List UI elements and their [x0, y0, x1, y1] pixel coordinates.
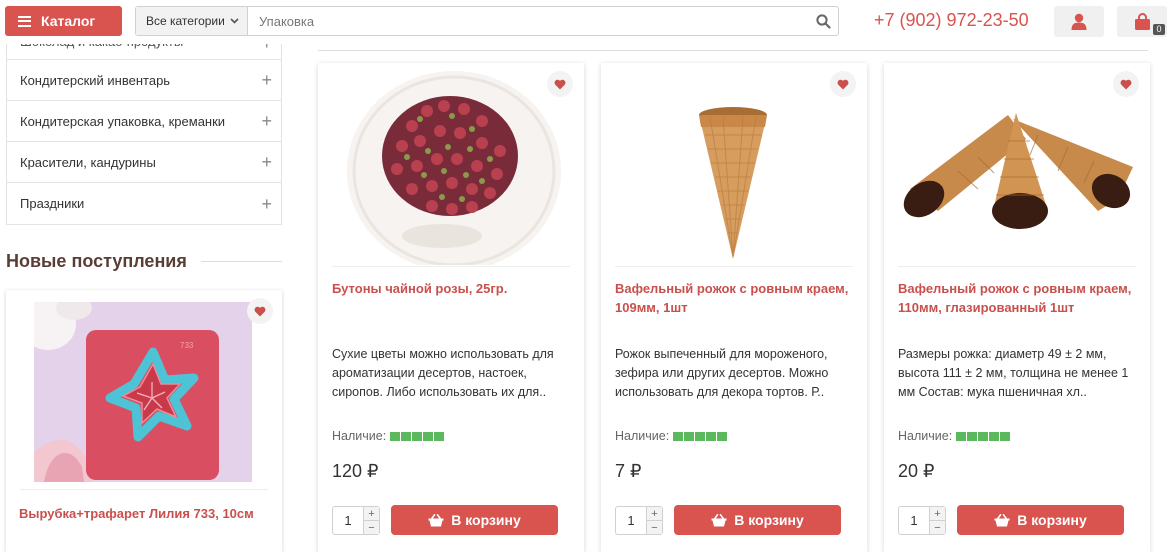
divider	[20, 489, 268, 490]
product-price: 120 ₽	[332, 461, 379, 481]
phone-number[interactable]: +7 (902) 972-23-50	[874, 10, 1029, 31]
add-to-cart-button[interactable]: В корзину	[391, 505, 558, 535]
hamburger-icon	[18, 15, 31, 27]
catalog-button[interactable]: Каталог	[5, 6, 122, 36]
basket-icon	[711, 513, 727, 526]
product-image[interactable]	[898, 71, 1136, 265]
new-arrivals-title: Новые поступления	[6, 250, 187, 271]
quantity-input[interactable]: 1	[899, 507, 929, 534]
quantity-stepper[interactable]: 1 + −	[898, 506, 946, 535]
sidebar-item-colorants[interactable]: Красители, кандурины +	[7, 142, 281, 183]
quantity-decrease-button[interactable]: −	[930, 521, 945, 534]
product-title-link[interactable]: Вафельный рожок с ровным краем, 109мм, 1…	[615, 279, 855, 317]
quantity-input[interactable]: 1	[616, 507, 646, 534]
add-to-cart-label: В корзину	[734, 512, 804, 528]
product-card: Бутоны чайной розы, 25гр. Сухие цветы мо…	[318, 63, 584, 552]
heart-icon	[1120, 79, 1132, 89]
sidebar-item-label: Красители, кандурины	[20, 154, 156, 170]
sidebar-item-label: Кондитерская упаковка, креманки	[20, 113, 226, 129]
user-icon	[1071, 13, 1087, 30]
plus-icon[interactable]: +	[261, 112, 272, 130]
quantity-decrease-button[interactable]: −	[647, 521, 662, 534]
product-description: Сухие цветы можно использовать для арома…	[332, 347, 554, 399]
stock-indicator: Наличие:	[332, 429, 445, 443]
stock-label: Наличие:	[615, 429, 670, 443]
stock-level-bar	[673, 431, 728, 441]
header: Каталог Все категории +7 (902) 972-23-50…	[0, 0, 1173, 44]
product-image[interactable]	[332, 71, 570, 265]
product-price: 20 ₽	[898, 461, 935, 481]
favorite-button[interactable]	[830, 71, 856, 97]
catalog-label: Каталог	[41, 13, 96, 29]
favorite-button[interactable]	[547, 71, 573, 97]
add-to-cart-button[interactable]: В корзину	[674, 505, 841, 535]
add-to-cart-label: В корзину	[1017, 512, 1087, 528]
sidebar-item-holidays[interactable]: Праздники +	[7, 183, 281, 224]
quantity-input[interactable]: 1	[333, 507, 363, 534]
sidebar-item-label: Кондитерский инвентарь	[20, 72, 171, 88]
category-select-value: Все категории	[146, 14, 225, 28]
stock-indicator: Наличие:	[615, 429, 728, 443]
basket-icon	[428, 513, 444, 526]
divider	[318, 50, 1148, 51]
plus-icon[interactable]: +	[261, 195, 272, 213]
account-button[interactable]	[1054, 6, 1104, 37]
basket-icon	[994, 513, 1010, 526]
stock-level-bar	[390, 431, 445, 441]
favorite-button[interactable]	[247, 298, 273, 324]
search-bar: Все категории	[135, 6, 839, 36]
product-card: Вафельный рожок с ровным краем, 110мм, г…	[884, 63, 1150, 552]
product-price: 7 ₽	[615, 461, 642, 481]
sidebar-item-label: Праздники	[20, 196, 85, 211]
divider	[615, 266, 853, 267]
quantity-increase-button[interactable]: +	[364, 507, 379, 521]
sidebar-item-packaging[interactable]: Кондитерская упаковка, креманки +	[7, 101, 281, 142]
product-image[interactable]	[615, 71, 853, 265]
sidebar-item-confectionery-tools[interactable]: Кондитерский инвентарь +	[7, 60, 281, 101]
plus-icon[interactable]: +	[261, 71, 272, 89]
search-icon	[815, 13, 831, 29]
new-arrival-card[interactable]: 733 Вырубка+трафарет Лилия 733, 10см	[6, 290, 282, 552]
stencil-number: 733	[180, 341, 194, 350]
favorite-button[interactable]	[1113, 71, 1139, 97]
product-description: Рожок выпеченный для мороженого, зефира …	[615, 347, 829, 399]
search-input[interactable]	[248, 7, 808, 35]
new-arrivals-header: Новые поступления	[6, 250, 282, 272]
category-select[interactable]: Все категории	[136, 7, 248, 35]
cart-button[interactable]: 0	[1117, 6, 1167, 37]
heart-icon	[254, 306, 266, 316]
category-menu: Шоколад и какао-продукты + Кондитерский …	[6, 20, 282, 225]
stock-indicator: Наличие:	[898, 429, 1011, 443]
stock-label: Наличие:	[332, 429, 387, 443]
product-image[interactable]: 733	[34, 302, 252, 482]
cart-count-badge: 0	[1153, 24, 1165, 35]
stock-level-bar	[956, 431, 1011, 441]
quantity-increase-button[interactable]: +	[930, 507, 945, 521]
quantity-increase-button[interactable]: +	[647, 507, 662, 521]
product-description: Размеры рожка: диаметр 49 ± 2 мм, высота…	[898, 347, 1129, 399]
plus-icon[interactable]: +	[261, 153, 272, 171]
product-title-link[interactable]: Бутоны чайной розы, 25гр.	[332, 279, 572, 298]
divider	[332, 266, 570, 267]
product-title-link[interactable]: Вафельный рожок с ровным краем, 110мм, г…	[898, 279, 1138, 317]
quantity-stepper[interactable]: 1 + −	[332, 506, 380, 535]
add-to-cart-button[interactable]: В корзину	[957, 505, 1124, 535]
add-to-cart-label: В корзину	[451, 512, 521, 528]
product-card: Вафельный рожок с ровным краем, 109мм, 1…	[601, 63, 867, 552]
divider	[200, 260, 282, 262]
heart-icon	[837, 79, 849, 89]
chevron-down-icon	[230, 18, 239, 24]
heart-icon	[554, 79, 566, 89]
search-button[interactable]	[808, 7, 838, 35]
quantity-stepper[interactable]: 1 + −	[615, 506, 663, 535]
quantity-decrease-button[interactable]: −	[364, 521, 379, 534]
shopping-bag-icon	[1134, 12, 1150, 30]
divider	[898, 266, 1136, 267]
product-title-link[interactable]: Вырубка+трафарет Лилия 733, 10см	[19, 506, 254, 521]
stock-label: Наличие:	[898, 429, 953, 443]
